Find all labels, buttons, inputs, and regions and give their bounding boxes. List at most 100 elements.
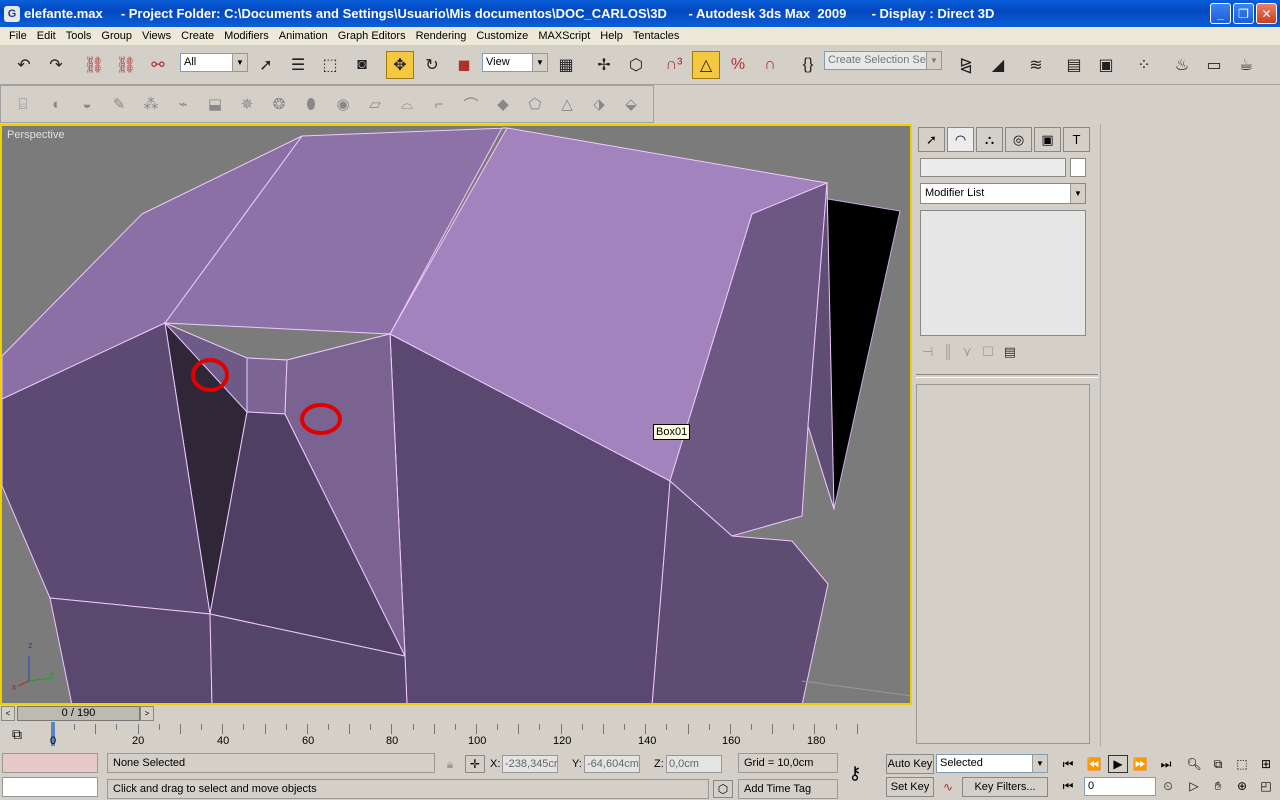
- slice-icon[interactable]: △: [553, 90, 581, 118]
- rendered-frame-window-icon[interactable]: ▭: [1200, 51, 1228, 79]
- reference-coordinate-dropdown[interactable]: View ▼: [482, 53, 548, 72]
- wave-icon[interactable]: ⌒: [457, 90, 485, 118]
- menu-customize[interactable]: Customize: [471, 30, 533, 42]
- shell-icon[interactable]: ◆: [489, 90, 517, 118]
- play-icon[interactable]: ▶: [1108, 755, 1128, 773]
- menu-help[interactable]: Help: [595, 30, 628, 42]
- percent-snap-icon[interactable]: %: [724, 51, 752, 79]
- remove-modifier-icon[interactable]: ☐: [982, 344, 994, 360]
- utilities-tab-icon[interactable]: T: [1063, 127, 1090, 152]
- quick-render-icon[interactable]: ☕: [1232, 51, 1260, 79]
- close-button[interactable]: ✕: [1256, 3, 1277, 24]
- curve-editor-icon[interactable]: ▤: [1060, 51, 1088, 79]
- noise-icon[interactable]: ✵: [233, 90, 261, 118]
- object-color-swatch[interactable]: [1070, 158, 1086, 177]
- set-key-button[interactable]: Set Key: [886, 777, 934, 797]
- align-icon[interactable]: ◢: [984, 51, 1012, 79]
- squeeze-icon[interactable]: ⌓: [393, 90, 421, 118]
- zoom-icon[interactable]: 🔍︎: [1184, 755, 1204, 773]
- ffd-icon[interactable]: ⬗: [585, 90, 613, 118]
- absolute-mode-icon[interactable]: ✛: [465, 755, 485, 773]
- xform-icon[interactable]: ⬙: [617, 90, 645, 118]
- taper-icon[interactable]: ⌸: [9, 90, 37, 118]
- snaps-toggle-icon[interactable]: ∩³: [660, 51, 688, 79]
- maxscript-listener-pink[interactable]: [2, 753, 98, 773]
- bind-to-space-warp-icon[interactable]: ⚯: [144, 51, 172, 79]
- orbit-icon[interactable]: ⊕: [1232, 777, 1252, 795]
- time-slider[interactable]: < 0 / 190 >: [0, 705, 912, 722]
- select-and-move-icon[interactable]: ✥: [386, 51, 414, 79]
- mirror-icon[interactable]: ⧎: [952, 51, 980, 79]
- key-mode-dropdown[interactable]: Selected ▼: [936, 754, 1048, 773]
- add-time-tag-button[interactable]: Add Time Tag: [738, 779, 838, 799]
- menu-group[interactable]: Group: [96, 30, 137, 42]
- menu-tools[interactable]: Tools: [61, 30, 97, 42]
- previous-frame-icon[interactable]: <: [1, 706, 15, 721]
- undo-icon[interactable]: ↶: [10, 51, 38, 79]
- ripple-icon[interactable]: ⬠: [521, 90, 549, 118]
- eye-icon[interactable]: ◉: [329, 90, 357, 118]
- menu-tentacles[interactable]: Tentacles: [628, 30, 684, 42]
- show-end-result-icon[interactable]: ║: [943, 344, 952, 360]
- redo-icon[interactable]: ↷: [42, 51, 70, 79]
- box-deform-icon[interactable]: ⬓: [201, 90, 229, 118]
- next-frame-icon[interactable]: >: [140, 706, 154, 721]
- modifier-list-dropdown[interactable]: Modifier List ▼: [920, 183, 1086, 204]
- modify-tab-icon[interactable]: ◠: [947, 127, 974, 152]
- configure-modifier-sets-icon[interactable]: ▤: [1004, 344, 1016, 360]
- pivot-center-icon[interactable]: ▦: [552, 51, 580, 79]
- object-name-field[interactable]: [920, 158, 1066, 177]
- selection-filter-dropdown[interactable]: All ▼: [180, 53, 248, 72]
- make-unique-icon[interactable]: ⋎: [963, 344, 973, 360]
- menu-graph-editors[interactable]: Graph Editors: [333, 30, 411, 42]
- select-object-icon[interactable]: ➚: [252, 51, 280, 79]
- unlink-icon[interactable]: ⛓: [112, 51, 140, 79]
- create-tab-icon[interactable]: ➚: [918, 127, 945, 152]
- perspective-viewport[interactable]: Perspective Box01 z y x: [0, 124, 912, 705]
- rectangular-selection-icon[interactable]: ⬚: [316, 51, 344, 79]
- current-frame-spinner[interactable]: 0: [1084, 777, 1156, 796]
- default-in-out-tangents-icon[interactable]: ∿: [938, 778, 958, 796]
- minimize-button[interactable]: _: [1210, 3, 1231, 24]
- key-icon[interactable]: ⚷: [845, 763, 865, 783]
- layer-manager-icon[interactable]: ≋: [1022, 51, 1050, 79]
- display-tab-icon[interactable]: ▣: [1034, 127, 1061, 152]
- previous-key-icon[interactable]: ⏪: [1084, 755, 1104, 773]
- bend-icon[interactable]: ◖: [41, 90, 69, 118]
- pan-view-icon[interactable]: ✋︎: [1208, 777, 1228, 795]
- time-tag-icon[interactable]: ⬡: [713, 780, 733, 798]
- field-of-view-icon[interactable]: ▷: [1184, 777, 1204, 795]
- select-by-name-icon[interactable]: ☰: [284, 51, 312, 79]
- menu-file[interactable]: File: [4, 30, 32, 42]
- skew-icon[interactable]: ▱: [361, 90, 389, 118]
- maxscript-listener-white[interactable]: [2, 777, 98, 797]
- menu-edit[interactable]: Edit: [32, 30, 61, 42]
- open-mini-curve-editor-icon[interactable]: ⧉: [12, 726, 22, 743]
- motion-tab-icon[interactable]: ◎: [1005, 127, 1032, 152]
- go-to-start-icon[interactable]: ⏮: [1058, 755, 1078, 773]
- key-mode-toggle-icon[interactable]: ⏮: [1058, 777, 1078, 795]
- menu-modifiers[interactable]: Modifiers: [219, 30, 274, 42]
- render-setup-icon[interactable]: ♨: [1168, 51, 1196, 79]
- particle-id-icon[interactable]: ⁂: [137, 90, 165, 118]
- select-and-rotate-icon[interactable]: ↻: [418, 51, 446, 79]
- stretch-icon[interactable]: ⌐: [425, 90, 453, 118]
- edit-named-selection-icon[interactable]: {}: [794, 51, 822, 79]
- maximize-viewport-icon[interactable]: ◰: [1256, 777, 1276, 795]
- menu-animation[interactable]: Animation: [274, 30, 333, 42]
- next-key-icon[interactable]: ⏩: [1130, 755, 1150, 773]
- melt-icon[interactable]: ❂: [265, 90, 293, 118]
- menu-create[interactable]: Create: [176, 30, 219, 42]
- restore-button[interactable]: ❐: [1233, 3, 1254, 24]
- menu-rendering[interactable]: Rendering: [411, 30, 472, 42]
- lattice-icon[interactable]: ◒: [73, 90, 101, 118]
- lock-icon[interactable]: 🔒︎: [440, 755, 460, 773]
- zoom-extents-all-icon[interactable]: ⊞: [1256, 755, 1276, 773]
- time-slider-thumb[interactable]: 0 / 190: [17, 706, 140, 721]
- z-coordinate-input[interactable]: 0,0cm: [666, 755, 722, 773]
- angle-snap-icon[interactable]: △: [692, 51, 720, 79]
- go-to-end-icon[interactable]: ⏭: [1156, 755, 1176, 773]
- pin-stack-icon[interactable]: ⊣: [922, 344, 933, 360]
- keyboard-shortcut-override-icon[interactable]: ⬡: [622, 51, 650, 79]
- zoom-extents-icon[interactable]: ⬚: [1232, 755, 1252, 773]
